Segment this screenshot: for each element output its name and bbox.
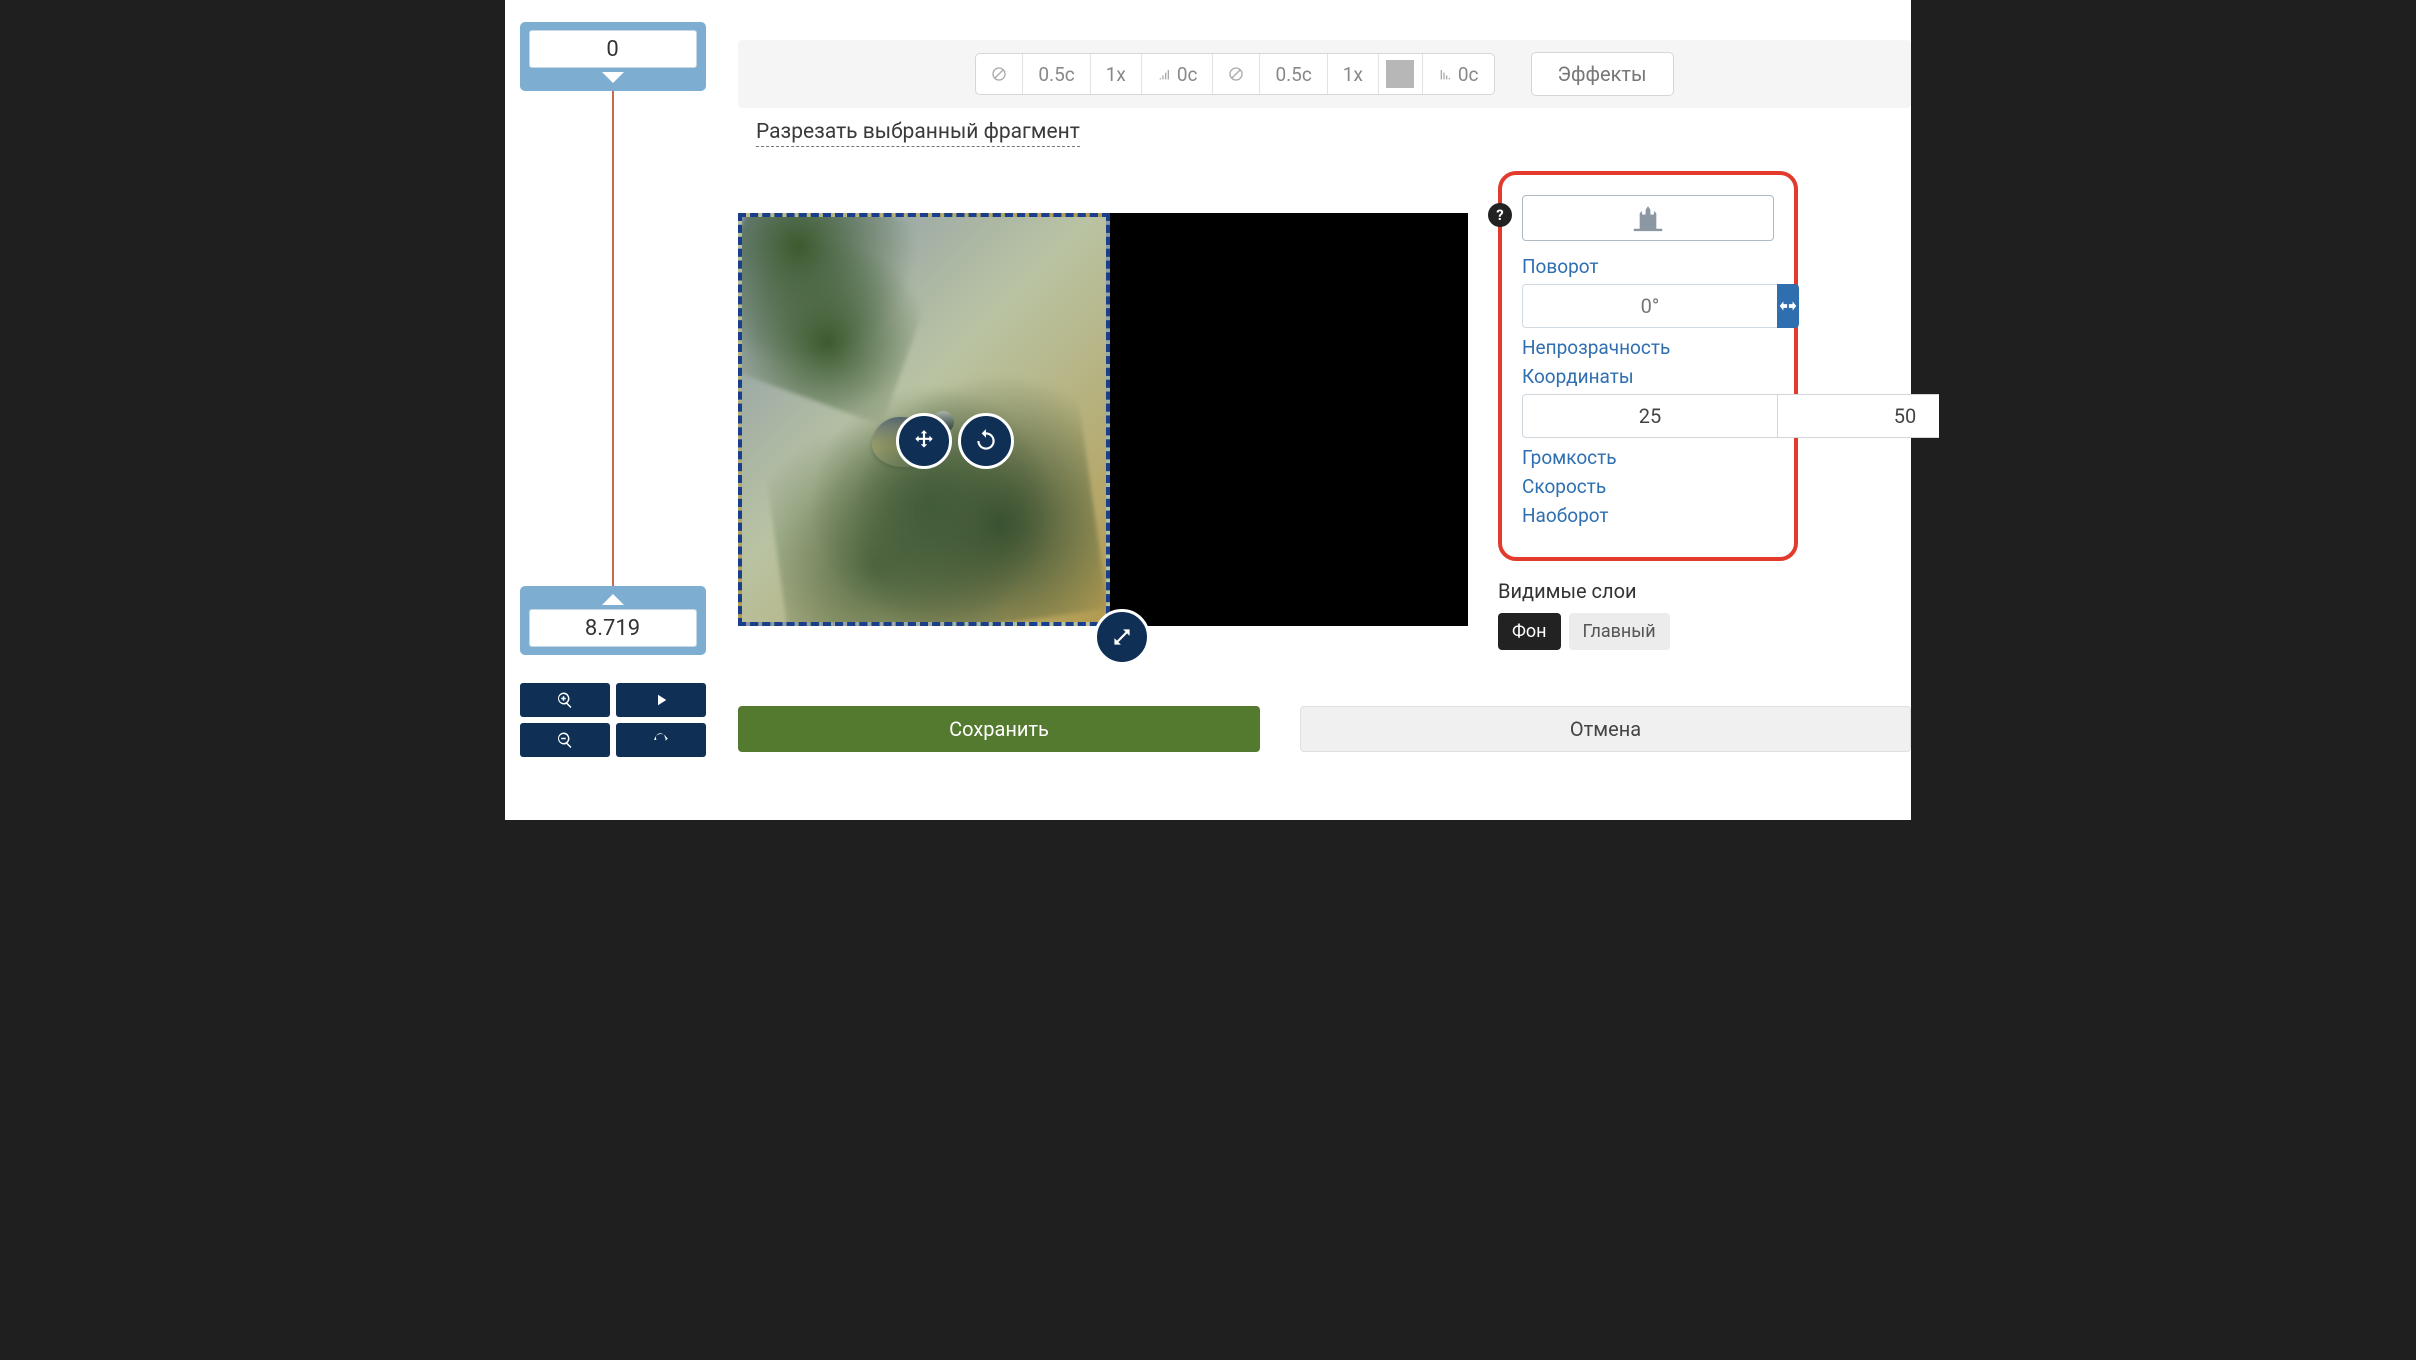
- coord-x1-input[interactable]: [1522, 394, 1778, 438]
- video-canvas[interactable]: [738, 213, 1468, 626]
- timeline-end-input[interactable]: [529, 609, 697, 647]
- caret-down-icon: [602, 72, 624, 83]
- bars-desc-icon: [1438, 66, 1454, 82]
- volume-link[interactable]: Громкость: [1522, 446, 1774, 469]
- resize-handle[interactable]: [1094, 609, 1150, 665]
- resize-icon: [1109, 624, 1135, 650]
- reload-button[interactable]: [616, 723, 706, 757]
- transition-in-duration[interactable]: 0.5с: [1023, 54, 1090, 94]
- transition-in-offset[interactable]: 0с: [1142, 54, 1214, 94]
- transition-out-duration[interactable]: 0.5с: [1260, 54, 1327, 94]
- bars-asc-icon: [1157, 66, 1173, 82]
- caret-up-icon: [602, 594, 624, 605]
- zoom-in-icon: [556, 691, 574, 709]
- transition-out-none[interactable]: [1213, 54, 1260, 94]
- transition-in-group: 0.5с 1x 0с 0.5с 1x 0с: [975, 53, 1494, 95]
- coords-label: Координаты: [1522, 365, 1774, 388]
- timeline-rail[interactable]: [505, 91, 720, 586]
- flip-horizontal-button[interactable]: [1777, 284, 1799, 328]
- zoom-out-button[interactable]: [520, 723, 610, 757]
- zoom-in-button[interactable]: [520, 683, 610, 717]
- properties-highlighted-box: ? Поворот Непрозрачность Координ: [1498, 171, 1798, 561]
- cut-fragment-link[interactable]: Разрезать выбранный фрагмент: [756, 120, 1080, 147]
- transition-in-speed[interactable]: 1x: [1091, 54, 1142, 94]
- transition-out-speed[interactable]: 1x: [1328, 54, 1379, 94]
- rotate-handle[interactable]: [958, 413, 1014, 469]
- rotation-input[interactable]: [1522, 284, 1777, 328]
- effects-button[interactable]: Эффекты: [1531, 52, 1674, 96]
- layer-main-button[interactable]: Главный: [1569, 613, 1670, 650]
- canvas-area: [738, 171, 1468, 650]
- transition-out-offset[interactable]: 0с: [1423, 54, 1494, 94]
- timeline-start-handle[interactable]: [520, 22, 706, 91]
- timeline-column: [505, 0, 720, 820]
- transition-toolbar: 0.5с 1x 0с 0.5с 1x 0с: [738, 40, 1911, 108]
- transition-in-none[interactable]: [976, 54, 1023, 94]
- help-badge[interactable]: ?: [1488, 203, 1512, 227]
- forbidden-icon: [1228, 66, 1244, 82]
- cancel-button[interactable]: Отмена: [1300, 706, 1911, 752]
- zoom-out-icon: [556, 731, 574, 749]
- refresh-icon: [973, 428, 999, 454]
- move-handle[interactable]: [896, 413, 952, 469]
- color-swatch[interactable]: [1379, 54, 1423, 94]
- flip-horizontal-icon: [1777, 295, 1799, 317]
- opacity-link[interactable]: Непрозрачность: [1522, 336, 1774, 359]
- forbidden-icon: [991, 66, 1007, 82]
- castle-icon: [1629, 203, 1667, 233]
- reload-icon: [652, 731, 670, 749]
- speed-link[interactable]: Скорость: [1522, 475, 1774, 498]
- visible-layers-title: Видимые слои: [1498, 579, 1798, 603]
- rotation-label: Поворот: [1522, 255, 1774, 278]
- properties-panel: ? Поворот Непрозрачность Координ: [1498, 171, 1798, 650]
- layer-thumbnail[interactable]: [1522, 195, 1774, 241]
- save-button[interactable]: Сохранить: [738, 706, 1260, 752]
- timeline-start-input[interactable]: [529, 30, 697, 68]
- timeline-end-handle[interactable]: [520, 586, 706, 655]
- play-button[interactable]: [616, 683, 706, 717]
- swatch-icon: [1386, 60, 1414, 88]
- play-icon: [652, 691, 670, 709]
- coord-y1-input[interactable]: [1778, 394, 1939, 438]
- move-icon: [911, 428, 937, 454]
- reverse-link[interactable]: Наоборот: [1522, 504, 1774, 527]
- layer-bg-button[interactable]: Фон: [1498, 613, 1561, 650]
